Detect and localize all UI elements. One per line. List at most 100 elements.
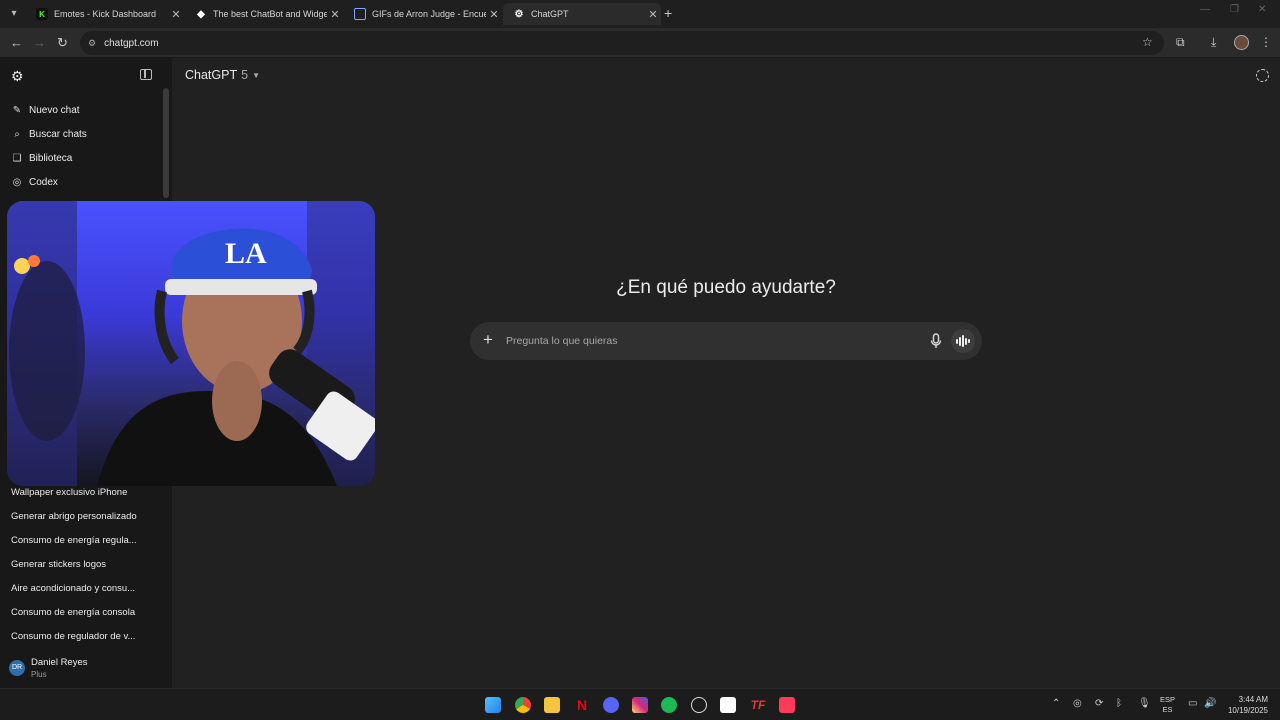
chat-history-item[interactable]: Generar stickers logos [0, 552, 172, 576]
tray-app-icon[interactable]: ◎ [1073, 698, 1082, 709]
sidebar-item-label: Codex [29, 176, 58, 188]
sidebar-item-label: Buscar chats [29, 128, 87, 140]
chat-history-item[interactable]: Generar abrigo personalizado [0, 504, 172, 528]
close-icon[interactable]: ✕ [327, 8, 343, 21]
browser-toolbar: ← → ↻ ⚙ chatgpt.com ☆ ⧉ ⤓ ⋮ [0, 28, 1280, 58]
voice-mode-button[interactable] [951, 329, 975, 353]
chat-history-item[interactable]: Consumo de energía regula... [0, 528, 172, 552]
window-close-icon[interactable]: ✕ [1258, 4, 1266, 15]
discord-icon[interactable] [603, 697, 619, 713]
system-clock[interactable]: 3:44 AM 10/19/2025 [1222, 694, 1268, 716]
chevron-up-icon[interactable]: ⌃ [1052, 698, 1060, 709]
chatgpt-app-icon[interactable] [691, 697, 707, 713]
add-attachment-icon[interactable]: + [483, 330, 493, 350]
microphone-tray-icon[interactable]: 🎙 [1138, 698, 1151, 709]
sidebar-item-new-chat[interactable]: ✎ Nuevo chat [0, 98, 172, 122]
page-title: ¿En qué puedo ayudarte? [616, 277, 836, 298]
instagram-icon[interactable] [632, 697, 648, 713]
openai-logo-icon[interactable]: ⚙ [11, 68, 24, 85]
avatar: DR [9, 660, 25, 676]
sidebar-item-library[interactable]: ❏ Biblioteca [0, 146, 172, 170]
scrollbar-thumb[interactable] [163, 88, 169, 198]
streamer-webcam-image: LA [7, 201, 375, 486]
prompt-input[interactable] [506, 330, 906, 352]
model-name: ChatGPT [185, 68, 238, 82]
chat-history-item[interactable]: Aire acondicionado y consu... [0, 576, 172, 600]
chat-history-list: Wallpaper exclusivo iPhone Generar abrig… [0, 480, 172, 648]
spotify-icon[interactable] [661, 697, 677, 713]
download-icon[interactable]: ⤓ [1211, 35, 1216, 50]
user-plan: Plus [31, 670, 47, 679]
forward-icon[interactable]: → [33, 35, 46, 50]
sidebar-nav: ✎ Nuevo chat ⌕ Buscar chats ❏ Biblioteca… [0, 98, 172, 218]
windows-taskbar: N TF ⌃ ◎ ⟳ ᛒ 🎙 ESP ES ▭ 🔊 3:44 AM 10/19/… [0, 688, 1280, 720]
restore-icon[interactable]: ❐ [1230, 4, 1239, 15]
composer: + [470, 322, 982, 360]
tiktok-icon[interactable] [779, 697, 795, 713]
tab-gifs-arron-judge[interactable]: GIFs de Arron Judge - Encuentra ✕ [344, 3, 502, 25]
new-chat-icon: ✎ [12, 104, 22, 116]
microphone-icon[interactable] [929, 333, 943, 349]
model-version: 5 [241, 68, 249, 82]
tab-title: Emotes - Kick Dashboard [54, 9, 157, 19]
profile-avatar[interactable] [1234, 35, 1249, 50]
library-icon: ❏ [12, 152, 22, 164]
tf-app-icon[interactable]: TF [750, 697, 766, 713]
clock-time: 3:44 AM [1238, 695, 1268, 704]
chrome-icon[interactable] [515, 697, 531, 713]
volume-icon[interactable]: 🔊 [1204, 698, 1216, 709]
media-app-icon[interactable] [720, 697, 736, 713]
close-icon[interactable]: ✕ [486, 8, 502, 21]
language-indicator[interactable]: ESP ES [1160, 695, 1175, 715]
network-icon[interactable]: ▭ [1188, 698, 1197, 709]
tab-chatgpt[interactable]: ⚙ ChatGPT ✕ [503, 3, 661, 25]
temporary-chat-icon[interactable] [1256, 69, 1269, 82]
new-tab-button[interactable]: + [664, 5, 672, 21]
reload-icon[interactable]: ↻ [57, 35, 68, 51]
botrix-icon: ◆ [197, 8, 205, 20]
chevron-down-icon: ▼ [252, 70, 260, 80]
region-code: ES [1162, 705, 1173, 714]
file-explorer-icon[interactable] [544, 697, 560, 713]
url-text: chatgpt.com [104, 37, 159, 49]
sidebar-toggle-icon[interactable] [140, 69, 152, 80]
document-icon [354, 8, 366, 20]
webcam-overlay: LA [7, 201, 375, 486]
chat-history-item[interactable]: Consumo de regulador de v... [0, 624, 172, 648]
tab-chatbot-widgets[interactable]: ◆ The best ChatBot and Widgets ✕ [185, 3, 343, 25]
sync-icon[interactable]: ⟳ [1095, 698, 1103, 709]
close-icon[interactable]: ✕ [645, 8, 661, 21]
openai-icon: ⚙ [514, 8, 524, 20]
address-bar[interactable]: ⚙ chatgpt.com [80, 31, 1164, 55]
sidebar-item-search-chats[interactable]: ⌕ Buscar chats [0, 122, 172, 146]
sidebar-item-codex[interactable]: ◎ Codex [0, 170, 172, 194]
tab-title: ChatGPT [531, 9, 569, 19]
bookmark-star-icon[interactable]: ☆ [1142, 35, 1153, 49]
minimize-icon[interactable]: — [1200, 4, 1210, 15]
model-selector[interactable]: ChatGPT 5 ▼ [185, 68, 260, 82]
kick-icon: K [36, 8, 48, 20]
tab-search-chevron-icon[interactable]: ▾ [6, 6, 22, 22]
tab-title: The best ChatBot and Widgets [213, 9, 327, 19]
site-info-icon[interactable]: ⚙ [88, 38, 96, 49]
tab-kick-dashboard[interactable]: K Emotes - Kick Dashboard ✕ [26, 3, 184, 25]
language-code: ESP [1160, 695, 1176, 704]
user-name: Daniel Reyes [31, 657, 88, 668]
windows-start-icon[interactable] [485, 697, 501, 713]
sidebar-item-label: Biblioteca [29, 152, 73, 164]
back-icon[interactable]: ← [10, 35, 23, 50]
bluetooth-icon[interactable]: ᛒ [1116, 698, 1122, 709]
sidebar-item-label: Nuevo chat [29, 104, 80, 116]
search-icon: ⌕ [14, 128, 20, 140]
close-icon[interactable]: ✕ [168, 8, 184, 21]
browser-menu-icon[interactable]: ⋮ [1260, 35, 1272, 49]
svg-text:LA: LA [225, 237, 267, 270]
codex-icon: ◎ [12, 176, 22, 188]
chat-history-item[interactable]: Consumo de energía consola [0, 600, 172, 624]
extensions-icon[interactable]: ⧉ [1176, 35, 1185, 50]
tab-title: GIFs de Arron Judge - Encuentra [372, 9, 486, 19]
netflix-icon[interactable]: N [574, 697, 590, 713]
user-profile-button[interactable]: DR Daniel Reyes Plus [0, 652, 172, 688]
browser-tab-strip: ▾ K Emotes - Kick Dashboard ✕ ◆ The best… [0, 0, 1280, 28]
clock-date: 10/19/2025 [1227, 706, 1268, 715]
